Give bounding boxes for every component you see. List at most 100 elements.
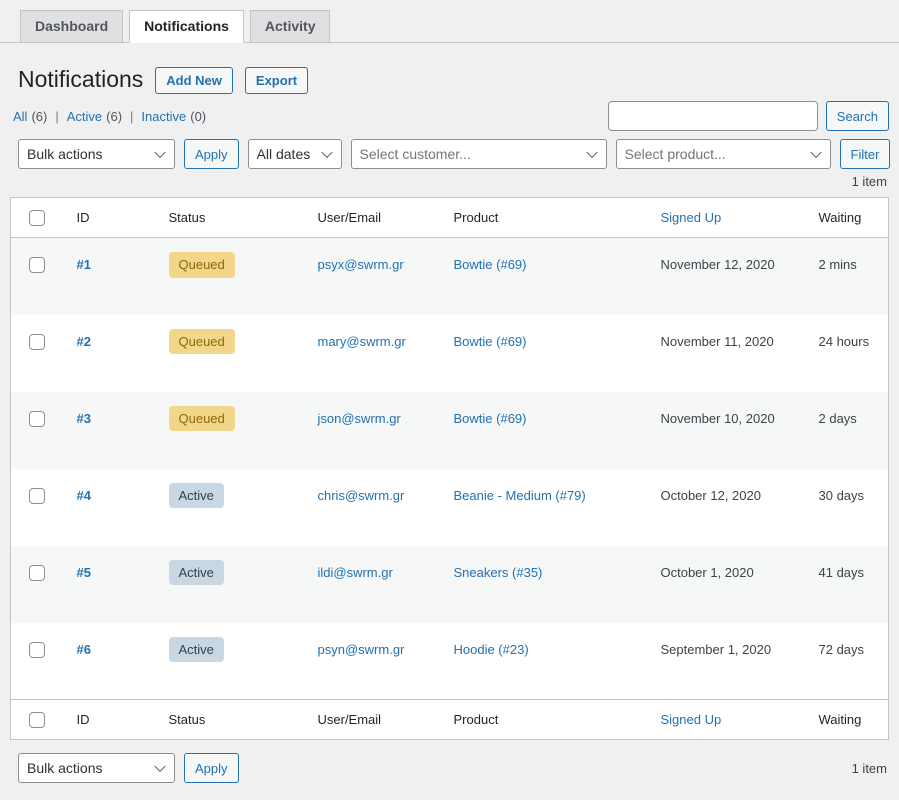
add-new-button[interactable]: Add New <box>155 67 233 95</box>
column-header-user-email: User/Email <box>318 210 382 225</box>
column-header-signed-up[interactable]: Signed Up <box>661 712 722 727</box>
row-checkbox[interactable] <box>29 257 45 273</box>
row-checkbox[interactable] <box>29 642 45 658</box>
row-signed-up: September 1, 2020 <box>651 623 809 700</box>
status-badge: Queued <box>169 329 235 355</box>
view-count: (0) <box>190 109 206 124</box>
table-row: #3Queuedjson@swrm.grBowtie (#69)November… <box>11 392 889 469</box>
table-row: #6 Active psyn@swrm.gr Hoodie (#23) Septembe… <box>11 623 889 700</box>
search-box: Search <box>608 101 889 131</box>
item-count: 1 item <box>10 174 889 189</box>
row-checkbox[interactable] <box>29 411 45 427</box>
views-row: All (6) Active (6) Inactive (0) Search <box>10 101 889 131</box>
product-select[interactable]: Select product... <box>616 139 831 169</box>
main-content: Notifications Add New Export All(6)Activ… <box>0 65 899 783</box>
bulk-actions-select-wrap: Bulk actions <box>18 139 175 169</box>
status-badge: Active <box>169 560 224 586</box>
row-email-link[interactable]: chris@swrm.gr <box>318 488 405 503</box>
table-body: #1 Queued psyx@swrm.gr Bowtie (#69) November… <box>11 238 889 700</box>
item-count-bottom: 1 item <box>852 761 887 776</box>
filter-row: Bulk actions Apply All dates Select cust… <box>10 139 889 169</box>
row-product-link[interactable]: Beanie - Medium (#79) <box>454 488 586 503</box>
bulk-actions-select[interactable]: Bulk actions <box>18 139 175 169</box>
view-active: Active (6) <box>67 109 142 124</box>
export-button[interactable]: Export <box>245 67 308 95</box>
tab-bar: DashboardNotificationsActivity <box>0 0 899 43</box>
view-link-inactive[interactable]: Inactive <box>141 109 186 124</box>
row-checkbox[interactable] <box>29 565 45 581</box>
tab-dashboard[interactable]: Dashboard <box>20 10 123 43</box>
table-head: IDStatusUser/EmailProductSigned UpWaitin… <box>11 198 889 238</box>
row-product-link[interactable]: Bowtie (#69) <box>454 257 527 272</box>
view-inactive: Inactive (0) <box>141 109 206 124</box>
view-count: (6) <box>31 109 47 124</box>
view-link-active[interactable]: Active <box>67 109 102 124</box>
row-email-link[interactable]: psyx@swrm.gr <box>318 257 404 272</box>
table-row: #5 Active ildi@swrm.gr Sneakers (#35) Octobe… <box>11 546 889 623</box>
table-row: #2 Queued mary@swrm.gr Bowtie (#69) November… <box>11 315 889 392</box>
table-header-row: IDStatusUser/EmailProductSigned UpWaitin… <box>11 198 889 238</box>
row-email-link[interactable]: psyn@swrm.gr <box>318 642 405 657</box>
row-checkbox[interactable] <box>29 334 45 350</box>
row-product-link[interactable]: Bowtie (#69) <box>454 411 527 426</box>
row-product-link[interactable]: Sneakers (#35) <box>454 565 543 580</box>
row-id-link[interactable]: #2 <box>77 334 91 349</box>
row-email-link[interactable]: json@swrm.gr <box>318 411 401 426</box>
table-foot: IDStatusUser/EmailProductSigned UpWaitin… <box>11 700 889 740</box>
view-link-all[interactable]: All <box>13 109 27 124</box>
row-waiting: 2 mins <box>809 238 889 315</box>
column-header-signed-up[interactable]: Signed Up <box>661 210 722 225</box>
view-all: All (6) <box>13 109 67 124</box>
column-header-id: ID <box>77 210 90 225</box>
row-email-link[interactable]: mary@swrm.gr <box>318 334 406 349</box>
status-badge: Active <box>169 637 224 663</box>
select-all-checkbox[interactable] <box>29 210 45 226</box>
row-email-link[interactable]: ildi@swrm.gr <box>318 565 393 580</box>
search-input[interactable] <box>608 101 818 131</box>
status-badge: Queued <box>169 252 235 278</box>
table-header-row: IDStatusUser/EmailProductSigned UpWaitin… <box>11 700 889 740</box>
tab-activity[interactable]: Activity <box>250 10 331 43</box>
dates-select[interactable]: All dates <box>248 139 342 169</box>
customer-select[interactable]: Select customer... <box>351 139 607 169</box>
row-waiting: 41 days <box>809 546 889 623</box>
row-product-link[interactable]: Bowtie (#69) <box>454 334 527 349</box>
status-badge: Active <box>169 483 224 509</box>
search-button[interactable]: Search <box>826 101 889 131</box>
product-select-wrap: Select product... <box>616 139 831 169</box>
select-all-checkbox-bottom[interactable] <box>29 712 45 728</box>
column-header-waiting: Waiting <box>819 712 862 727</box>
row-id-link[interactable]: #3 <box>77 411 91 426</box>
row-id-link[interactable]: #4 <box>77 488 91 503</box>
page-title: Notifications <box>18 65 143 95</box>
row-waiting: 24 hours <box>809 315 889 392</box>
row-signed-up: October 1, 2020 <box>651 546 809 623</box>
bulk-actions-select-bottom[interactable]: Bulk actions <box>18 753 175 783</box>
row-id-link[interactable]: #5 <box>77 565 91 580</box>
column-header-status: Status <box>169 712 206 727</box>
row-id-link[interactable]: #1 <box>77 257 91 272</box>
customer-select-wrap: Select customer... <box>351 139 607 169</box>
filter-button[interactable]: Filter <box>840 139 891 169</box>
bottom-controls: Bulk actions Apply 1 item <box>10 753 889 783</box>
apply-button[interactable]: Apply <box>184 139 239 169</box>
apply-button-bottom[interactable]: Apply <box>184 753 239 783</box>
column-header-id: ID <box>77 712 90 727</box>
row-signed-up: November 11, 2020 <box>651 315 809 392</box>
tab-notifications[interactable]: Notifications <box>129 10 244 43</box>
view-count: (6) <box>106 109 122 124</box>
column-header-waiting: Waiting <box>819 210 862 225</box>
title-row: Notifications Add New Export <box>18 65 889 95</box>
row-product-link[interactable]: Hoodie (#23) <box>454 642 529 657</box>
row-waiting: 30 days <box>809 469 889 546</box>
row-signed-up: November 12, 2020 <box>651 238 809 315</box>
notifications-table: IDStatusUser/EmailProductSigned UpWaitin… <box>10 197 889 740</box>
row-waiting: 72 days <box>809 623 889 700</box>
table-row: #4 Active chris@swrm.gr Beanie - Medium (#7… <box>11 469 889 546</box>
column-header-user-email: User/Email <box>318 712 382 727</box>
status-filter-links: All (6) Active (6) Inactive (0) <box>13 109 206 124</box>
row-waiting: 2 days <box>809 392 889 469</box>
status-badge: Queued <box>169 406 235 432</box>
row-checkbox[interactable] <box>29 488 45 504</box>
row-id-link[interactable]: #6 <box>77 642 91 657</box>
